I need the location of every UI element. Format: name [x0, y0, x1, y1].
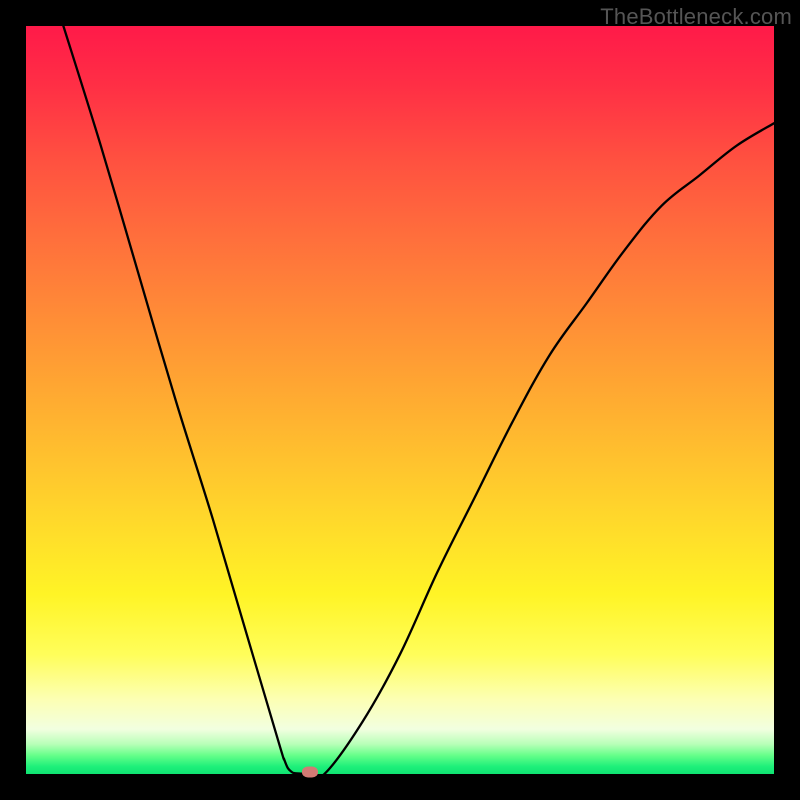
curve-path	[63, 26, 774, 774]
optimal-point-marker	[302, 766, 318, 777]
bottleneck-curve	[26, 26, 774, 774]
chart-container: TheBottleneck.com	[0, 0, 800, 800]
watermark-text: TheBottleneck.com	[600, 4, 792, 30]
plot-area	[26, 26, 774, 774]
